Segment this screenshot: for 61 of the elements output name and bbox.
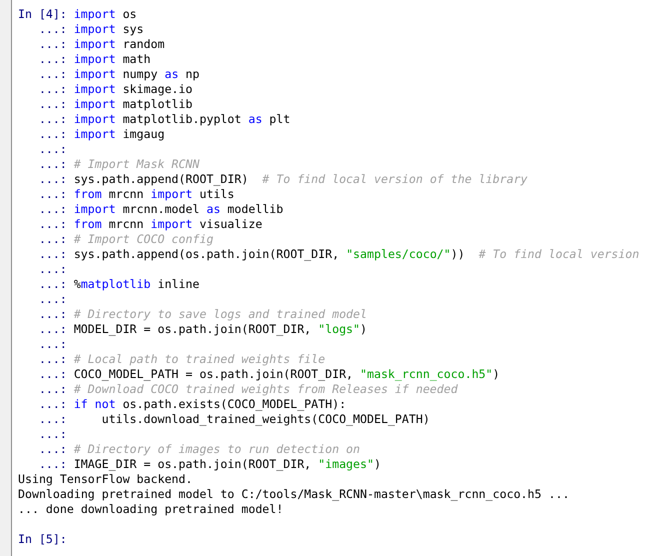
code-line: IMAGE_DIR = os.path.join(ROOT_DIR, "images") (74, 457, 381, 472)
input-prompt: ...: (38, 457, 67, 472)
code-line: import matplotlib (74, 97, 192, 112)
input-prompt[interactable]: In [5]: (18, 532, 67, 547)
code-line: # Local path to trained weights file (74, 352, 326, 367)
code-line: MODEL_DIR = os.path.join(ROOT_DIR, "logs") (74, 322, 368, 337)
code-line: from mrcnn import visualize (74, 217, 262, 232)
input-prompt: ...: (38, 97, 67, 112)
input-prompt: ...: (38, 277, 67, 292)
code-line: import matplotlib.pyplot as plt (74, 112, 290, 127)
code-line: sys.path.append(ROOT_DIR) # To find local version of the library (74, 172, 528, 187)
input-prompt: ...: (38, 82, 67, 97)
code-line: import imgaug (74, 127, 165, 142)
code-line: import skimage.io (74, 82, 192, 97)
code-line: import math (74, 52, 151, 67)
output-line: Using TensorFlow backend. (18, 472, 193, 487)
code-line: # Download COCO trained weights from Releases if needed (74, 382, 458, 397)
input-prompt: ...: (38, 337, 67, 352)
input-prompt: ...: (38, 307, 67, 322)
code-line: import random (74, 37, 165, 52)
code-line: from mrcnn import utils (74, 187, 234, 202)
code-line: import mrcnn.model as modellib (74, 202, 284, 217)
code-line: COCO_MODEL_PATH = os.path.join(ROOT_DIR, "mask_rcnn_coco.h5") (74, 367, 500, 382)
code-line: import sys (74, 22, 144, 37)
code-line: import numpy as np (74, 67, 200, 82)
input-prompt: ...: (38, 202, 67, 217)
input-prompt: ...: (38, 172, 67, 187)
code-line: utils.download_trained_weights(COCO_MODEL_PATH) (100, 412, 430, 427)
input-prompt: ...: (38, 37, 67, 52)
input-prompt: ...: (38, 367, 67, 382)
code-line: %matplotlib inline (74, 277, 200, 292)
input-prompt: ...: (38, 22, 67, 37)
input-prompt: ...: (38, 232, 67, 247)
input-prompt: ...: (38, 442, 67, 457)
input-prompt: ...: (38, 427, 67, 442)
input-prompt: ...: (38, 217, 67, 232)
input-prompt: ...: (38, 142, 67, 157)
output-line: ... done downloading pretrained model! (18, 502, 284, 517)
code-line: import os (74, 7, 137, 22)
input-prompt: ...: (38, 112, 67, 127)
output-line: Downloading pretrained model to C:/tools/Mask_RCNN-master\mask_rcnn_coco.h5 ... (18, 487, 570, 502)
input-prompt: ...: (38, 412, 67, 427)
input-prompt: ...: (38, 292, 67, 307)
code-line: # Directory of images to run detection on (74, 442, 360, 457)
input-prompt: ...: (38, 247, 67, 262)
code-line: # Import COCO config (74, 232, 214, 247)
input-prompt: ...: (38, 322, 67, 337)
input-prompt: ...: (38, 157, 67, 172)
input-prompt: ...: (38, 382, 67, 397)
input-prompt: ...: (38, 67, 67, 82)
code-line: # Directory to save logs and trained model (74, 307, 367, 322)
code-line: if not os.path.exists(COCO_MODEL_PATH): (74, 397, 346, 412)
input-prompt: ...: (38, 187, 67, 202)
code-line: sys.path.append(os.path.join(ROOT_DIR, "samples/coco/")) # To find local version (74, 247, 640, 262)
input-prompt: ...: (38, 127, 67, 142)
code-line: # Import Mask RCNN (74, 157, 200, 172)
input-prompt: ...: (38, 397, 67, 412)
input-prompt: ...: (38, 262, 67, 277)
input-prompt: ...: (38, 352, 67, 367)
input-prompt: In [4]: (18, 7, 67, 22)
input-prompt: ...: (38, 52, 67, 67)
